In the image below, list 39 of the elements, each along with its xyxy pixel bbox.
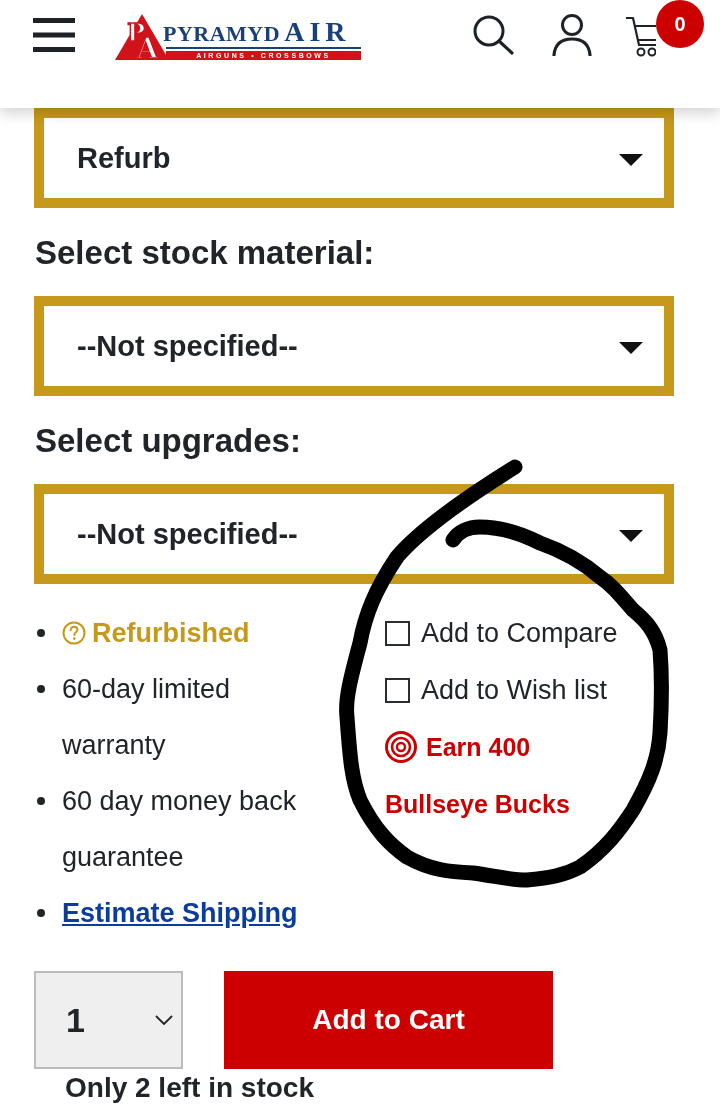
feature-text: 60 day money back guarantee — [62, 785, 298, 874]
account-button[interactable] — [552, 14, 592, 56]
condition-label: Refurbished — [92, 617, 250, 650]
quantity-select[interactable]: 1 — [34, 971, 183, 1069]
stock-note: Only 2 left in stock — [65, 1071, 315, 1105]
option-label: Select upgrades: — [35, 421, 302, 461]
estimate-shipping-link[interactable]: Estimate Shipping — [62, 885, 298, 941]
caret-down-icon — [619, 342, 643, 354]
checkbox-label[interactable]: Add to Wish list — [421, 675, 608, 706]
bullet-icon — [37, 629, 45, 637]
search-icon — [472, 15, 514, 55]
user-icon — [552, 14, 592, 56]
checkbox[interactable] — [385, 678, 410, 703]
reward-points-text: Earn 400 — [426, 733, 531, 762]
chevron-down-icon — [155, 1015, 173, 1025]
target-icon — [385, 730, 417, 763]
dropdown-select[interactable]: --Not specified-- — [34, 484, 674, 584]
bullet-icon — [37, 909, 45, 917]
question-circle-icon[interactable] — [62, 621, 86, 645]
menu-icon — [33, 18, 75, 52]
logo-wordmark: PYRAMYD — [163, 23, 281, 45]
caret-down-icon — [619, 154, 643, 166]
cart-button[interactable] — [625, 15, 656, 57]
dropdown-select[interactable]: Refurb — [34, 108, 674, 208]
bullet-icon — [37, 797, 45, 805]
bullet-icon — [37, 685, 45, 693]
search-button[interactable] — [472, 15, 514, 55]
cart-count-badge: 0 — [656, 0, 704, 48]
feature-text: 60-day limited warranty — [62, 673, 232, 762]
add-to-cart-button[interactable]: Add to Cart — [224, 971, 553, 1069]
option-label: Select stock material: — [35, 233, 376, 273]
menu-button[interactable] — [33, 18, 75, 52]
checkbox-label[interactable]: Add to Compare — [421, 618, 618, 649]
caret-down-icon — [619, 530, 643, 542]
cart-icon — [625, 15, 656, 57]
reward-currency-text: Bullseye Bucks — [385, 790, 570, 819]
logo-wordmark: AIR — [284, 18, 351, 46]
dropdown-select[interactable]: --Not specified-- — [34, 296, 674, 396]
checkbox[interactable] — [385, 621, 410, 646]
